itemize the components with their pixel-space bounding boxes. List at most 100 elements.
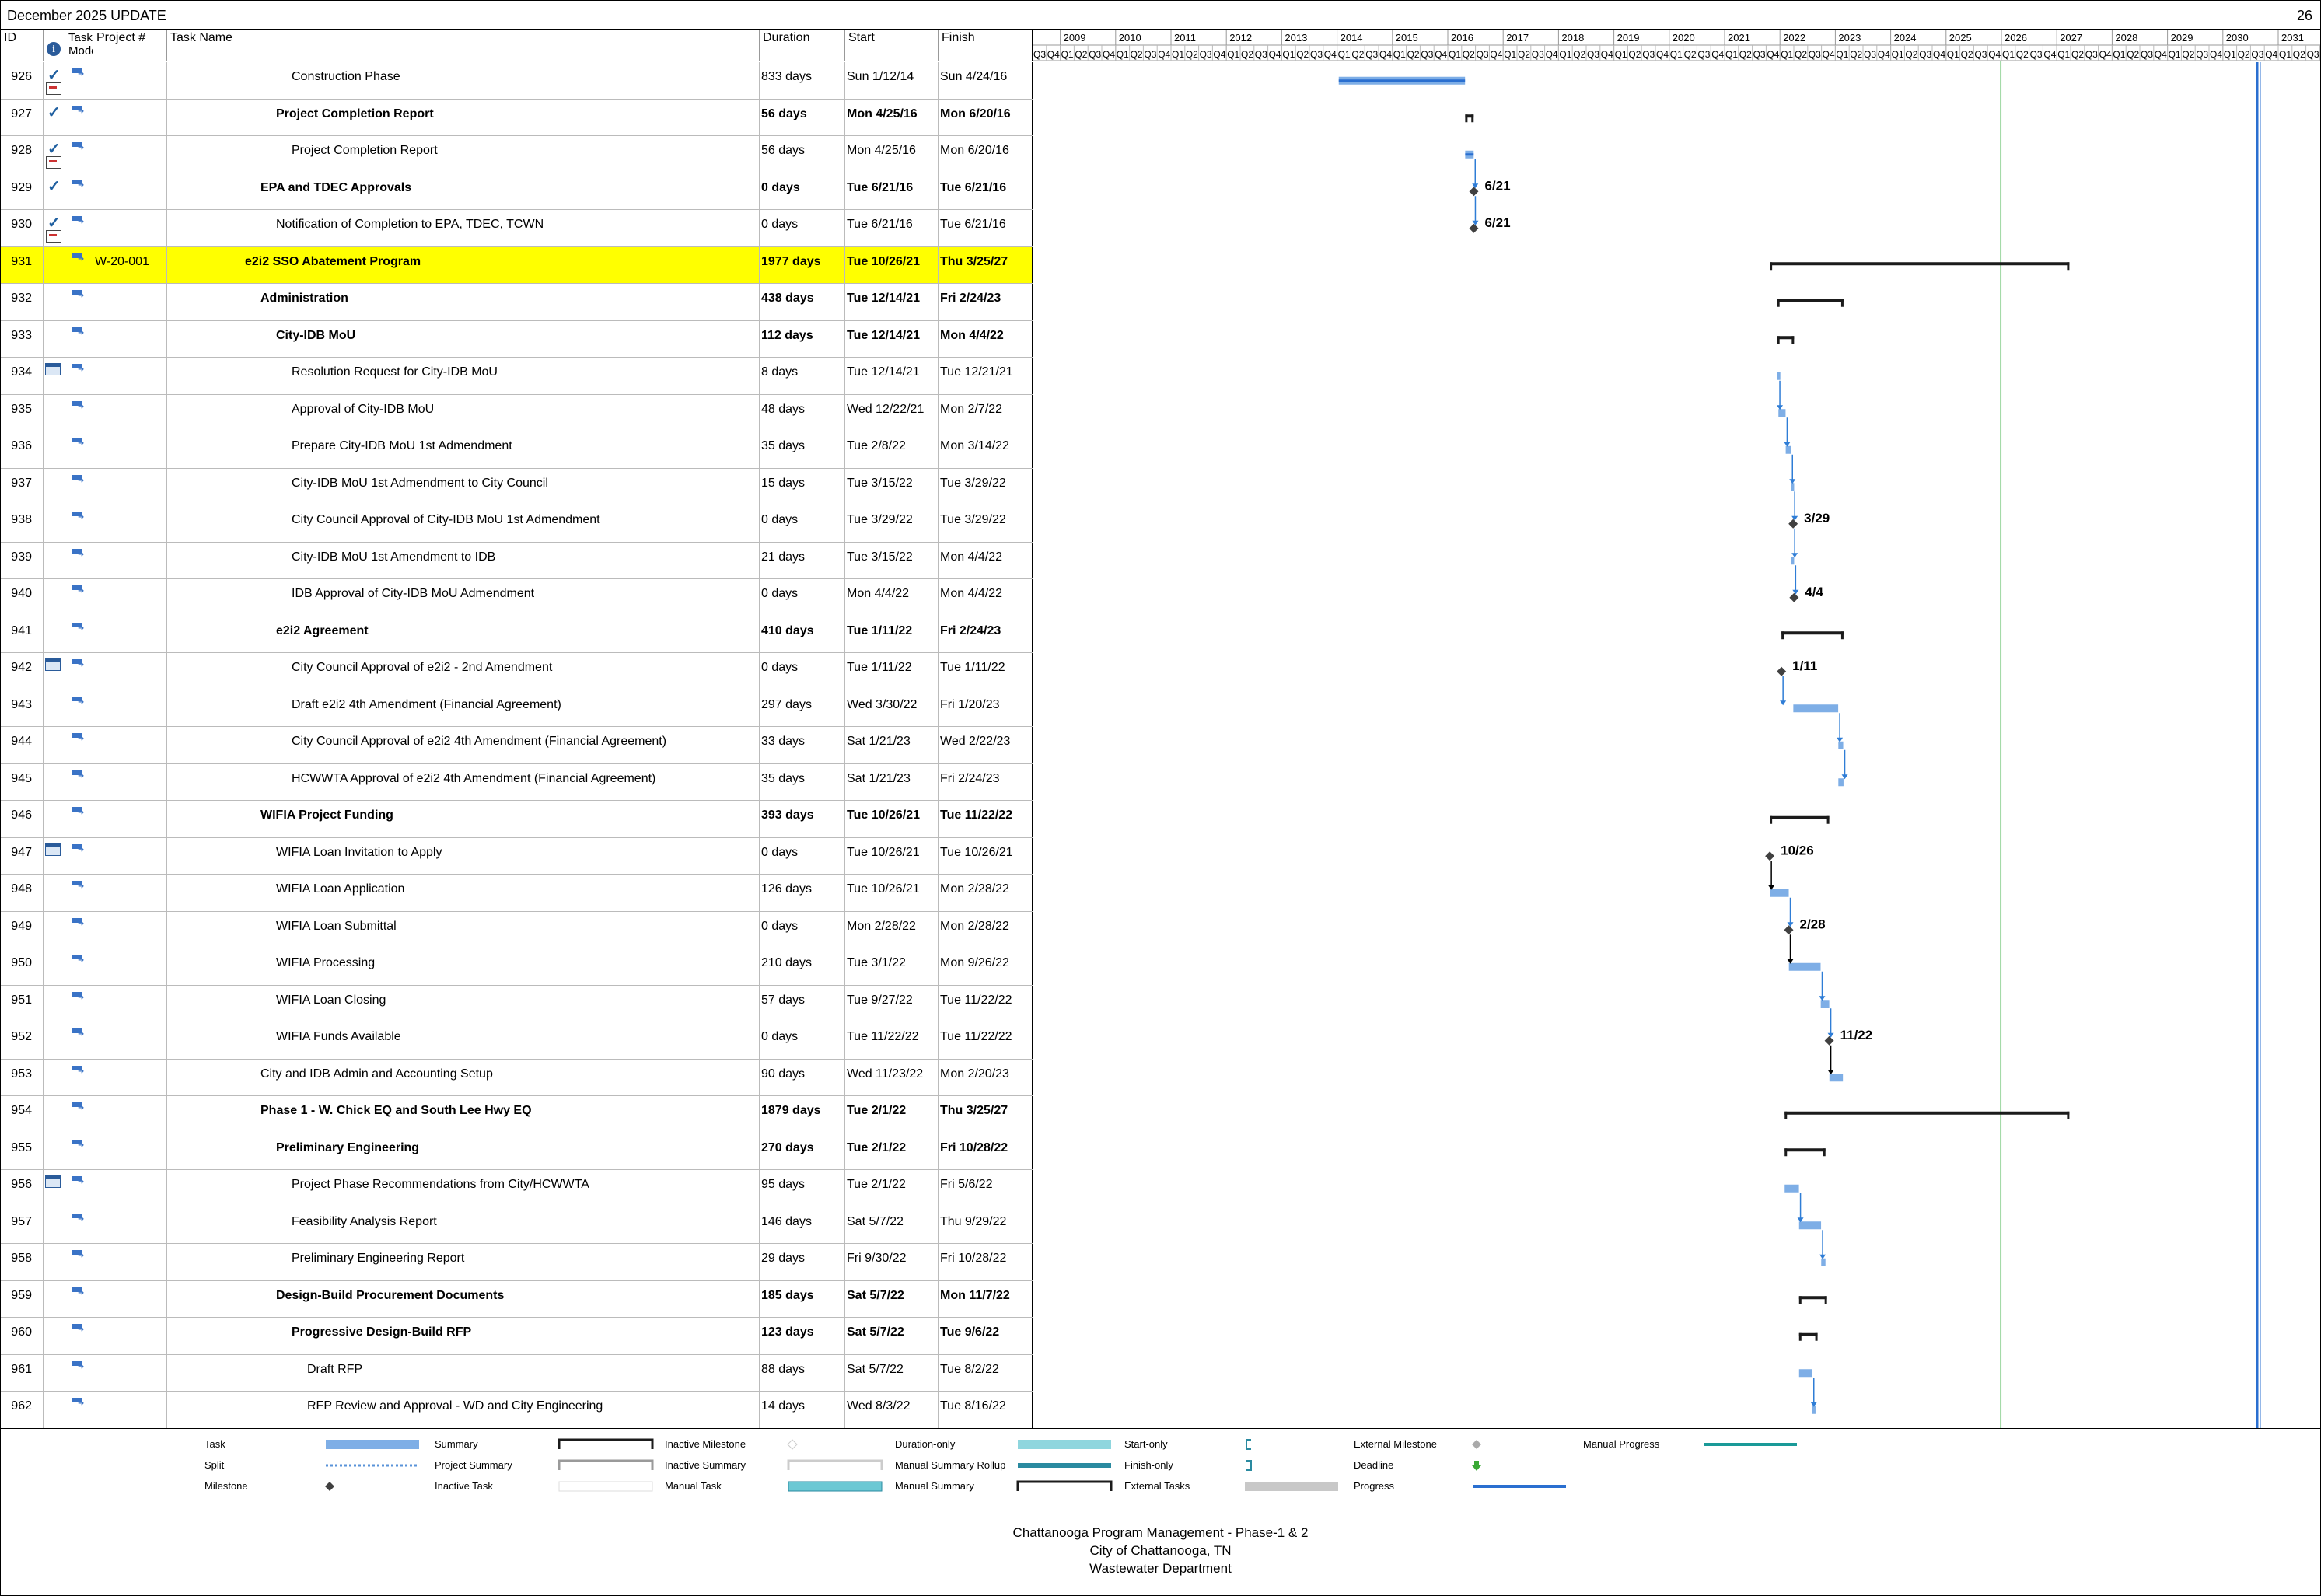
task-finish[interactable]: Fri 1/20/23	[939, 690, 1033, 726]
task-start[interactable]: Sat 5/7/22	[845, 1318, 939, 1354]
task-row[interactable]: 931 W-20-001e2i2 SSO Abatement Program197…	[1, 246, 1033, 284]
task-start[interactable]: Sat 5/7/22	[845, 1354, 939, 1391]
task-duration[interactable]: 88 days	[760, 1354, 845, 1391]
column-header-task-mode[interactable]: Task Mode	[65, 30, 93, 61]
column-header-start[interactable]: Start	[845, 30, 939, 61]
task-row[interactable]: 927✓Project Completion Report56 daysMon …	[1, 99, 1033, 136]
task-finish[interactable]: Fri 5/6/22	[939, 1170, 1033, 1207]
task-start[interactable]: Sun 1/12/14	[845, 62, 939, 99]
task-row[interactable]: 961 Draft RFP88 daysSat 5/7/22Tue 8/2/22	[1, 1354, 1033, 1392]
task-name[interactable]: Approval of City-IDB MoU	[167, 394, 760, 431]
column-header-indicators[interactable]: i	[44, 30, 65, 61]
task-finish[interactable]: Tue 12/21/21	[939, 358, 1033, 394]
task-name[interactable]: RFP Review and Approval - WD and City En…	[167, 1392, 760, 1428]
task-finish[interactable]: Tue 8/2/22	[939, 1354, 1033, 1391]
task-name[interactable]: WIFIA Project Funding	[167, 801, 760, 837]
task-name[interactable]: HCWWTA Approval of e2i2 4th Amendment (F…	[167, 763, 760, 800]
task-duration[interactable]: 0 days	[760, 1022, 845, 1059]
task-row[interactable]: 949WIFIA Loan Submittal0 daysMon 2/28/22…	[1, 911, 1033, 948]
task-finish[interactable]: Mon 2/28/22	[939, 911, 1033, 948]
task-duration[interactable]: 33 days	[760, 727, 845, 763]
task-duration[interactable]: 297 days	[760, 690, 845, 726]
task-row[interactable]: 952WIFIA Funds Available0 daysTue 11/22/…	[1, 1022, 1033, 1060]
task-row[interactable]: 926✓ Construction Phase833 daysSun 1/12/1…	[1, 62, 1033, 100]
task-start[interactable]: Tue 2/8/22	[845, 431, 939, 468]
task-start[interactable]: Tue 10/26/21	[845, 801, 939, 837]
task-duration[interactable]: 0 days	[760, 579, 845, 616]
task-duration[interactable]: 35 days	[760, 431, 845, 468]
task-row[interactable]: 935 Approval of City-IDB MoU48 daysWed 12…	[1, 394, 1033, 431]
task-finish[interactable]: Tue 3/29/22	[939, 505, 1033, 542]
task-finish[interactable]: Sun 4/24/16	[939, 62, 1033, 99]
task-finish[interactable]: Mon 6/20/16	[939, 99, 1033, 135]
task-row[interactable]: 941 e2i2 Agreement410 daysTue 1/11/22Fri …	[1, 616, 1033, 653]
task-duration[interactable]: 14 days	[760, 1392, 845, 1428]
task-duration[interactable]: 56 days	[760, 99, 845, 135]
task-finish[interactable]: Thu 3/25/27	[939, 246, 1033, 283]
task-start[interactable]: Tue 11/22/22	[845, 1022, 939, 1059]
task-start[interactable]: Tue 2/1/22	[845, 1170, 939, 1207]
task-name[interactable]: Phase 1 - W. Chick EQ and South Lee Hwy …	[167, 1096, 760, 1133]
task-name[interactable]: Administration	[167, 284, 760, 320]
task-start[interactable]: Tue 3/29/22	[845, 505, 939, 542]
task-name[interactable]: Notification of Completion to EPA, TDEC,…	[167, 210, 760, 246]
task-row[interactable]: 951 WIFIA Loan Closing57 daysTue 9/27/22T…	[1, 985, 1033, 1022]
column-header-id[interactable]: ID	[1, 30, 44, 61]
task-duration[interactable]: 0 days	[760, 653, 845, 690]
task-start[interactable]: Sat 5/7/22	[845, 1280, 939, 1317]
task-start[interactable]: Tue 1/11/22	[845, 653, 939, 690]
task-row[interactable]: 936 Prepare City-IDB MoU 1st Admendment35…	[1, 431, 1033, 469]
task-row[interactable]: 939 City-IDB MoU 1st Amendment to IDB21 d…	[1, 542, 1033, 579]
task-name[interactable]: Prepare City-IDB MoU 1st Admendment	[167, 431, 760, 468]
task-row[interactable]: 956 Project Phase Recommendations from Ci…	[1, 1170, 1033, 1207]
task-row[interactable]: 929✓EPA and TDEC Approvals0 daysTue 6/21…	[1, 173, 1033, 210]
task-finish[interactable]: Tue 11/22/22	[939, 985, 1033, 1022]
task-name[interactable]: Construction Phase	[167, 62, 760, 99]
task-name[interactable]: City Council Approval of City-IDB MoU 1s…	[167, 505, 760, 542]
task-start[interactable]: Tue 12/14/21	[845, 320, 939, 357]
task-start[interactable]: Tue 3/15/22	[845, 542, 939, 578]
task-start[interactable]: Tue 2/1/22	[845, 1133, 939, 1169]
task-finish[interactable]: Thu 9/29/22	[939, 1207, 1033, 1243]
task-start[interactable]: Sat 1/21/23	[845, 763, 939, 800]
task-finish[interactable]: Mon 2/28/22	[939, 875, 1033, 911]
task-row[interactable]: 940 IDB Approval of City-IDB MoU Admendme…	[1, 579, 1033, 616]
task-row[interactable]: 932 Administration438 daysTue 12/14/21Fri…	[1, 284, 1033, 321]
task-start[interactable]: Tue 3/1/22	[845, 948, 939, 985]
task-start[interactable]: Sat 1/21/23	[845, 727, 939, 763]
task-name[interactable]: Preliminary Engineering Report	[167, 1244, 760, 1280]
task-finish[interactable]: Wed 2/22/23	[939, 727, 1033, 763]
task-duration[interactable]: 410 days	[760, 616, 845, 652]
task-duration[interactable]: 0 days	[760, 505, 845, 542]
task-row[interactable]: 928✓Project Completion Report56 daysMon …	[1, 136, 1033, 173]
task-duration[interactable]: 210 days	[760, 948, 845, 985]
task-name[interactable]: WIFIA Loan Submittal	[167, 911, 760, 948]
task-finish[interactable]: Fri 10/28/22	[939, 1244, 1033, 1280]
task-start[interactable]: Tue 10/26/21	[845, 875, 939, 911]
task-start[interactable]: Wed 3/30/22	[845, 690, 939, 726]
task-start[interactable]: Tue 12/14/21	[845, 284, 939, 320]
task-duration[interactable]: 1977 days	[760, 246, 845, 283]
task-row[interactable]: 959 Design-Build Procurement Documents185…	[1, 1280, 1033, 1318]
task-duration[interactable]: 8 days	[760, 358, 845, 394]
task-name[interactable]: Design-Build Procurement Documents	[167, 1280, 760, 1317]
task-duration[interactable]: 57 days	[760, 985, 845, 1022]
task-row[interactable]: 950 WIFIA Processing210 daysTue 3/1/22Mon…	[1, 948, 1033, 986]
task-row[interactable]: 955 Preliminary Engineering270 daysTue 2/…	[1, 1133, 1033, 1170]
task-name[interactable]: City Council Approval of e2i2 4th Amendm…	[167, 727, 760, 763]
task-duration[interactable]: 1879 days	[760, 1096, 845, 1133]
task-finish[interactable]: Tue 10/26/21	[939, 837, 1033, 874]
task-duration[interactable]: 35 days	[760, 763, 845, 800]
task-finish[interactable]: Fri 2/24/23	[939, 284, 1033, 320]
task-row[interactable]: 960 Progressive Design-Build RFP123 daysS…	[1, 1318, 1033, 1355]
task-start[interactable]: Tue 2/1/22	[845, 1096, 939, 1133]
task-name[interactable]: Preliminary Engineering	[167, 1133, 760, 1169]
task-duration[interactable]: 29 days	[760, 1244, 845, 1280]
task-name[interactable]: Resolution Request for City-IDB MoU	[167, 358, 760, 394]
task-start[interactable]: Mon 4/25/16	[845, 99, 939, 135]
task-duration[interactable]: 833 days	[760, 62, 845, 99]
task-finish[interactable]: Mon 3/14/22	[939, 431, 1033, 468]
task-start[interactable]: Wed 12/22/21	[845, 394, 939, 431]
task-name[interactable]: WIFIA Loan Application	[167, 875, 760, 911]
task-finish[interactable]: Fri 2/24/23	[939, 616, 1033, 652]
